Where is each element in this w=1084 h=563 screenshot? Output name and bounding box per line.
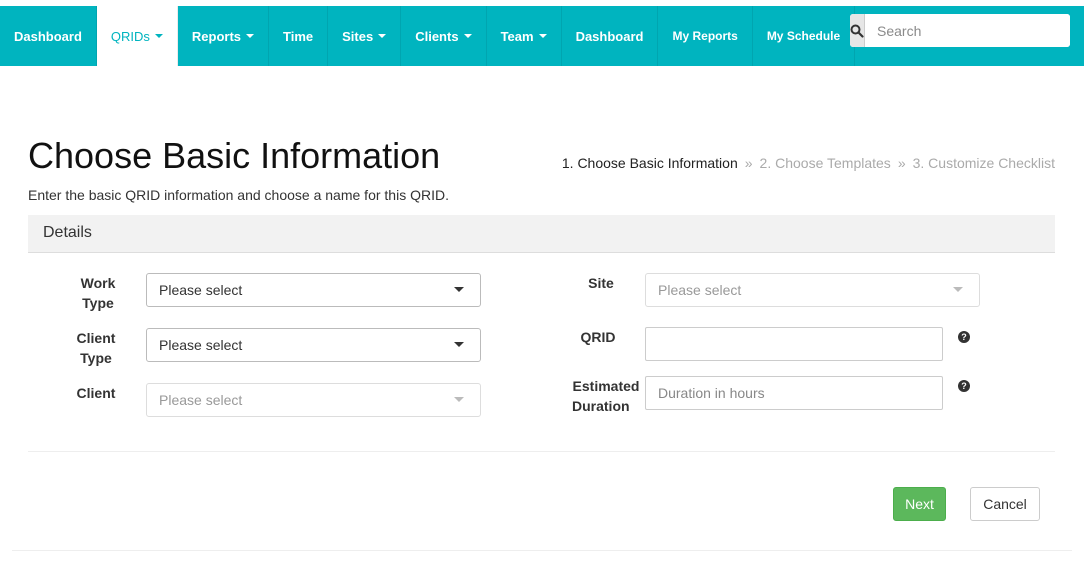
caret-down-icon [246, 34, 255, 38]
client-select: Please select [146, 383, 481, 417]
wizard-steps: 1. Choose Basic Information » 2. Choose Te… [562, 155, 1055, 171]
nav-item-qrids[interactable]: QRIDs [96, 6, 178, 66]
client-type-label: Client Type [76, 330, 116, 366]
dropdown-arrow-icon [454, 287, 464, 292]
nav-item-reports[interactable]: Reports [178, 6, 270, 66]
nav-item-dashboard-2[interactable]: Dashboard [562, 6, 659, 66]
panel-title: Details [28, 215, 1055, 253]
caret-down-icon [463, 34, 472, 38]
wizard-step-3: 3. Customize Checklist [912, 155, 1055, 171]
work-type-select[interactable]: Please select [146, 273, 481, 307]
client-type-select[interactable]: Please select [146, 328, 481, 362]
help-icon[interactable]: ? [958, 380, 970, 392]
wizard-step-1: 1. Choose Basic Information [561, 155, 738, 171]
estimated-duration-label: Estimated Duration [572, 378, 640, 414]
dropdown-arrow-icon [454, 342, 464, 347]
search-input[interactable] [865, 14, 1070, 47]
page-subtitle: Enter the basic QRID information and cho… [28, 187, 449, 203]
help-icon[interactable]: ? [958, 331, 970, 343]
nav-item-my-schedule[interactable]: My Schedule [753, 6, 856, 66]
nav-item-team[interactable]: Team [487, 6, 562, 66]
dropdown-arrow-icon [454, 397, 464, 402]
qrid-input[interactable] [645, 327, 943, 361]
search-button[interactable] [850, 14, 865, 47]
qrid-label: QRID [580, 329, 616, 345]
caret-down-icon [538, 34, 547, 38]
search-bar [850, 14, 1070, 47]
client-label: Client [76, 385, 116, 401]
step-separator: » [897, 155, 906, 171]
nav-item-time[interactable]: Time [269, 6, 329, 66]
wizard-step-2: 2. Choose Templates [759, 155, 891, 171]
cancel-button[interactable]: Cancel [970, 487, 1040, 521]
site-select: Please select [645, 273, 980, 307]
step-separator: » [744, 155, 753, 171]
page-title: Choose Basic Information [28, 135, 441, 176]
site-label: Site [588, 275, 614, 291]
nav-item-clients[interactable]: Clients [401, 6, 487, 66]
divider [12, 550, 1072, 551]
nav-item-my-reports[interactable]: My Reports [658, 6, 753, 66]
caret-down-icon [378, 34, 387, 38]
work-type-label: Work Type [80, 275, 116, 311]
next-button[interactable]: Next [893, 487, 946, 521]
nav-item-dashboard[interactable]: Dashboard [0, 6, 97, 66]
nav-item-sites[interactable]: Sites [328, 6, 402, 66]
dropdown-arrow-icon [953, 287, 963, 292]
caret-down-icon [154, 34, 163, 38]
duration-input[interactable] [645, 376, 943, 410]
top-navbar: Dashboard QRIDs Reports Time Sites Clien… [0, 6, 1084, 66]
search-icon [850, 24, 864, 38]
